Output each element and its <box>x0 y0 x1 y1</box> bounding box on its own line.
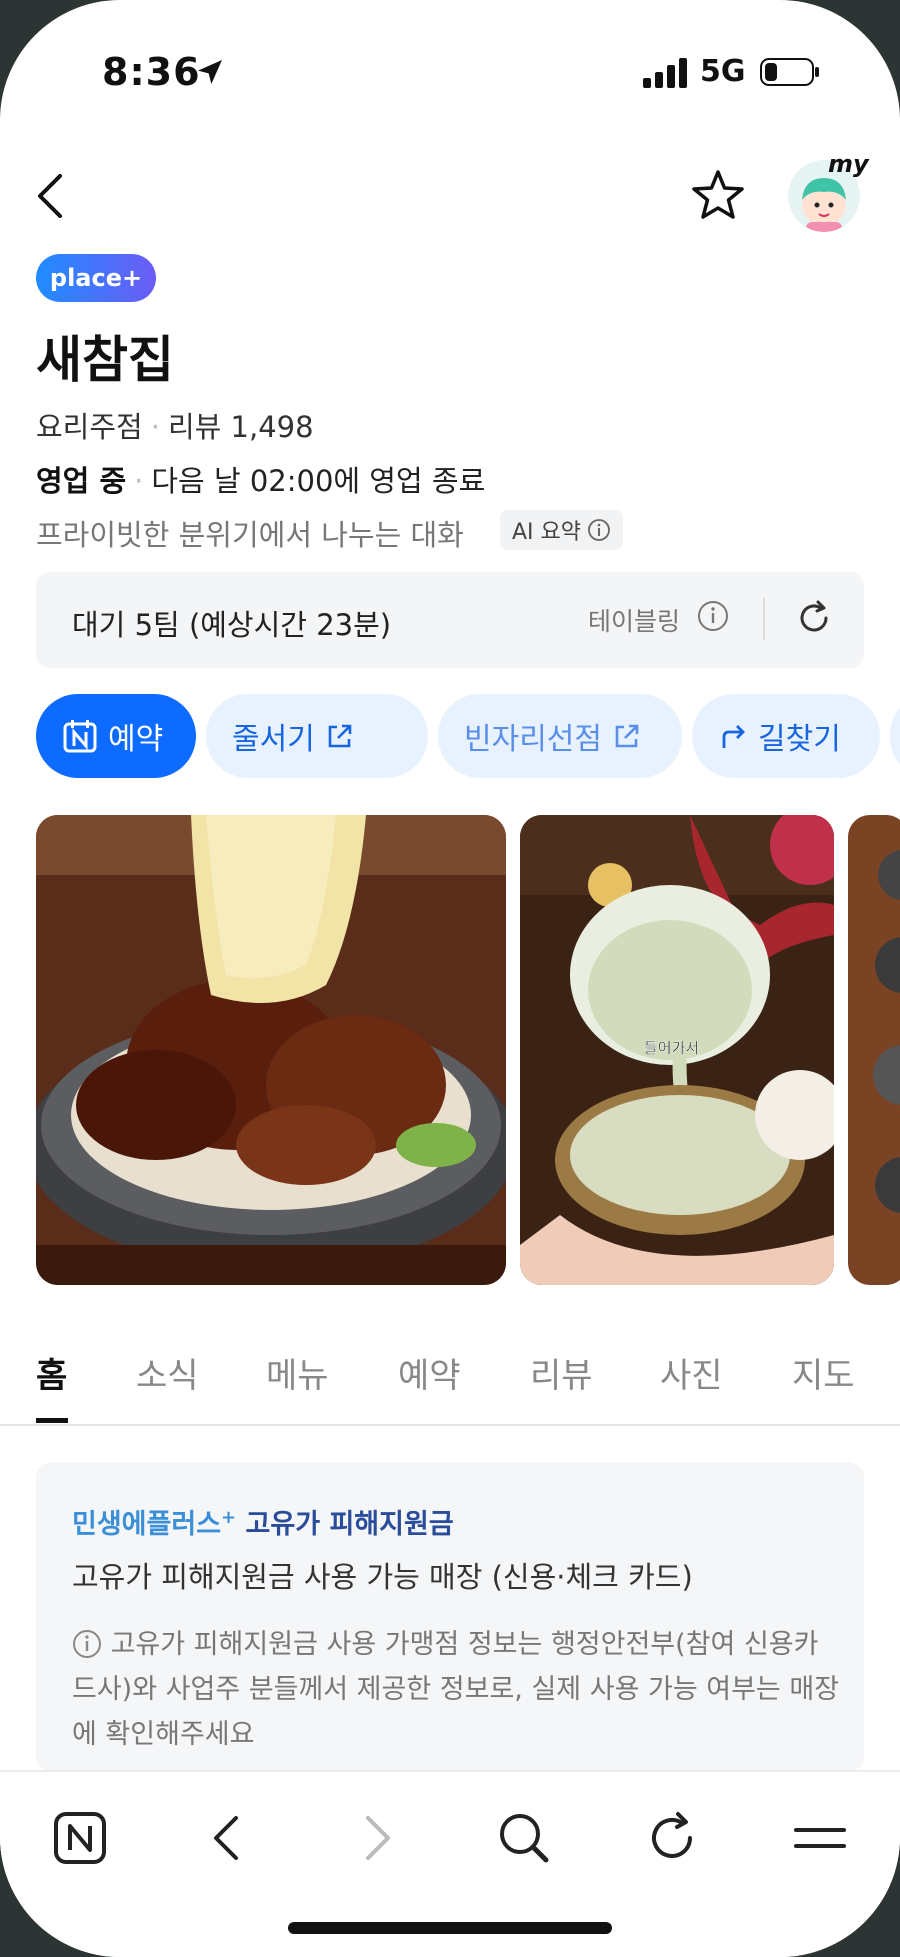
waiting-text: 대기 5팀 (예상시간 23분) <box>72 602 391 644</box>
share-button-partial[interactable] <box>890 694 900 778</box>
open-status: 영업 중 <box>36 464 127 498</box>
tab-reviews[interactable]: 리뷰 <box>530 1348 593 1397</box>
menu-icon[interactable] <box>792 1810 848 1866</box>
business-hours[interactable]: 영업 중 · 다음 날 02:00에 영업 종료 <box>36 458 485 500</box>
place-plus-badge: place+ <box>36 254 156 302</box>
location-arrow-icon <box>198 60 222 84</box>
directions-button-label: 길찾기 <box>758 722 841 757</box>
place-category: 요리주점 <box>36 410 143 444</box>
waiting-status-box[interactable]: 대기 5팀 (예상시간 23분) 테이블링 <box>36 572 864 668</box>
divider <box>763 598 765 640</box>
reload-icon[interactable] <box>644 1810 700 1866</box>
action-button-row: 예약 줄서기 빈자리선점 길찾기 <box>36 694 900 780</box>
empty-seat-button[interactable]: 빈자리선점 <box>438 694 682 778</box>
refresh-icon[interactable] <box>794 598 834 638</box>
info-icon[interactable] <box>697 600 729 632</box>
tableing-label: 테이블링 <box>588 607 681 636</box>
tab-photos[interactable]: 사진 <box>660 1348 723 1397</box>
back-button[interactable] <box>30 168 74 224</box>
photo-gallery: 들어가서 <box>36 815 900 1285</box>
empty-seat-button-label: 빈자리선점 <box>464 722 602 757</box>
ai-summary-text: 프라이빗한 분위기에서 나누는 대화 <box>36 518 464 552</box>
line-up-button[interactable]: 줄서기 <box>206 694 428 778</box>
notice-subtitle: 고유가 피해지원금 사용 가능 매장 (신용·체크 카드) <box>72 1560 693 1594</box>
search-icon[interactable] <box>496 1810 552 1866</box>
tab-home[interactable]: 홈 <box>36 1348 67 1397</box>
section-tabs: 홈 소식 메뉴 예약 리뷰 사진 지도 <box>0 1340 900 1426</box>
directions-button[interactable]: 길찾기 <box>692 694 880 778</box>
browser-back-icon[interactable] <box>200 1810 256 1866</box>
external-link-icon <box>615 724 639 748</box>
network-type: 5G <box>700 54 746 89</box>
ai-summary-chip[interactable]: AI 요약 <box>500 510 624 550</box>
photo-caption: 들어가서 <box>644 1039 699 1057</box>
line-up-button-label: 줄서기 <box>232 722 315 757</box>
tab-news[interactable]: 소식 <box>136 1348 199 1397</box>
status-bar: 8:36 5G <box>0 0 900 150</box>
battery-icon <box>760 58 819 86</box>
partial-photo <box>848 815 900 1285</box>
waiting-teams: 대기 5팀 <box>72 608 180 642</box>
photo-sauce-pour[interactable]: 들어가서 <box>520 815 834 1285</box>
status-time: 8:36 <box>102 50 201 94</box>
reserve-button[interactable]: 예약 <box>36 694 196 778</box>
notice-body-text: 고유가 피해지원금 사용 가맹점 정보는 행정안전부(참여 신용카드사)와 사업… <box>72 1629 840 1750</box>
phone-screen: 8:36 5G my place+ 새참집 요리주점 · 리뷰 1,498 영업… <box>0 0 900 1957</box>
separator-dot: · <box>150 410 160 444</box>
notice-body: 고유가 피해지원금 사용 가맹점 정보는 행정안전부(참여 신용카드사)와 사업… <box>72 1622 842 1757</box>
my-label: my <box>828 150 869 178</box>
favorite-star-icon[interactable] <box>690 168 746 224</box>
notice-brand: 민생에플러스+ 고유가 피해지원금 <box>72 1502 454 1541</box>
naver-home-icon[interactable] <box>52 1810 108 1866</box>
plus-icon: + <box>221 1507 237 1528</box>
directions-arrow-icon <box>722 725 745 748</box>
notice-brand-secondary: 고유가 피해지원금 <box>245 1509 454 1540</box>
info-icon <box>588 519 610 541</box>
ai-summary-label: AI 요약 <box>512 520 582 545</box>
cellular-signal-icon <box>643 58 687 88</box>
sauce-pour-photo: 들어가서 <box>520 815 834 1285</box>
home-indicator[interactable] <box>288 1922 612 1934</box>
naver-calendar-icon <box>63 720 97 753</box>
tab-reservation[interactable]: 예약 <box>398 1348 461 1397</box>
active-tab-indicator <box>36 1418 68 1423</box>
review-count-link[interactable]: 리뷰 1,498 <box>168 410 314 444</box>
reserve-button-label: 예약 <box>108 722 164 757</box>
galbi-cheese-photo <box>36 815 506 1285</box>
tab-menu[interactable]: 메뉴 <box>266 1348 329 1397</box>
separator-dot: · <box>134 464 144 498</box>
tab-map[interactable]: 지도 <box>792 1348 855 1397</box>
closing-time: 다음 날 02:00에 영업 종료 <box>151 464 486 498</box>
external-link-icon <box>328 724 352 748</box>
browser-forward-icon[interactable] <box>348 1810 404 1866</box>
subsidy-notice-card: 민생에플러스+ 고유가 피해지원금 고유가 피해지원금 사용 가능 매장 (신용… <box>36 1462 864 1772</box>
photo-galbi-cheese[interactable] <box>36 815 506 1285</box>
photo-partial[interactable] <box>848 815 900 1285</box>
waiting-estimate: (예상시간 23분) <box>188 608 392 642</box>
place-title: 새참집 <box>36 331 174 389</box>
place-meta: 요리주점 · 리뷰 1,498 <box>36 404 314 446</box>
notice-brand-primary: 민생에플러스 <box>72 1509 222 1540</box>
info-icon <box>73 1630 101 1658</box>
